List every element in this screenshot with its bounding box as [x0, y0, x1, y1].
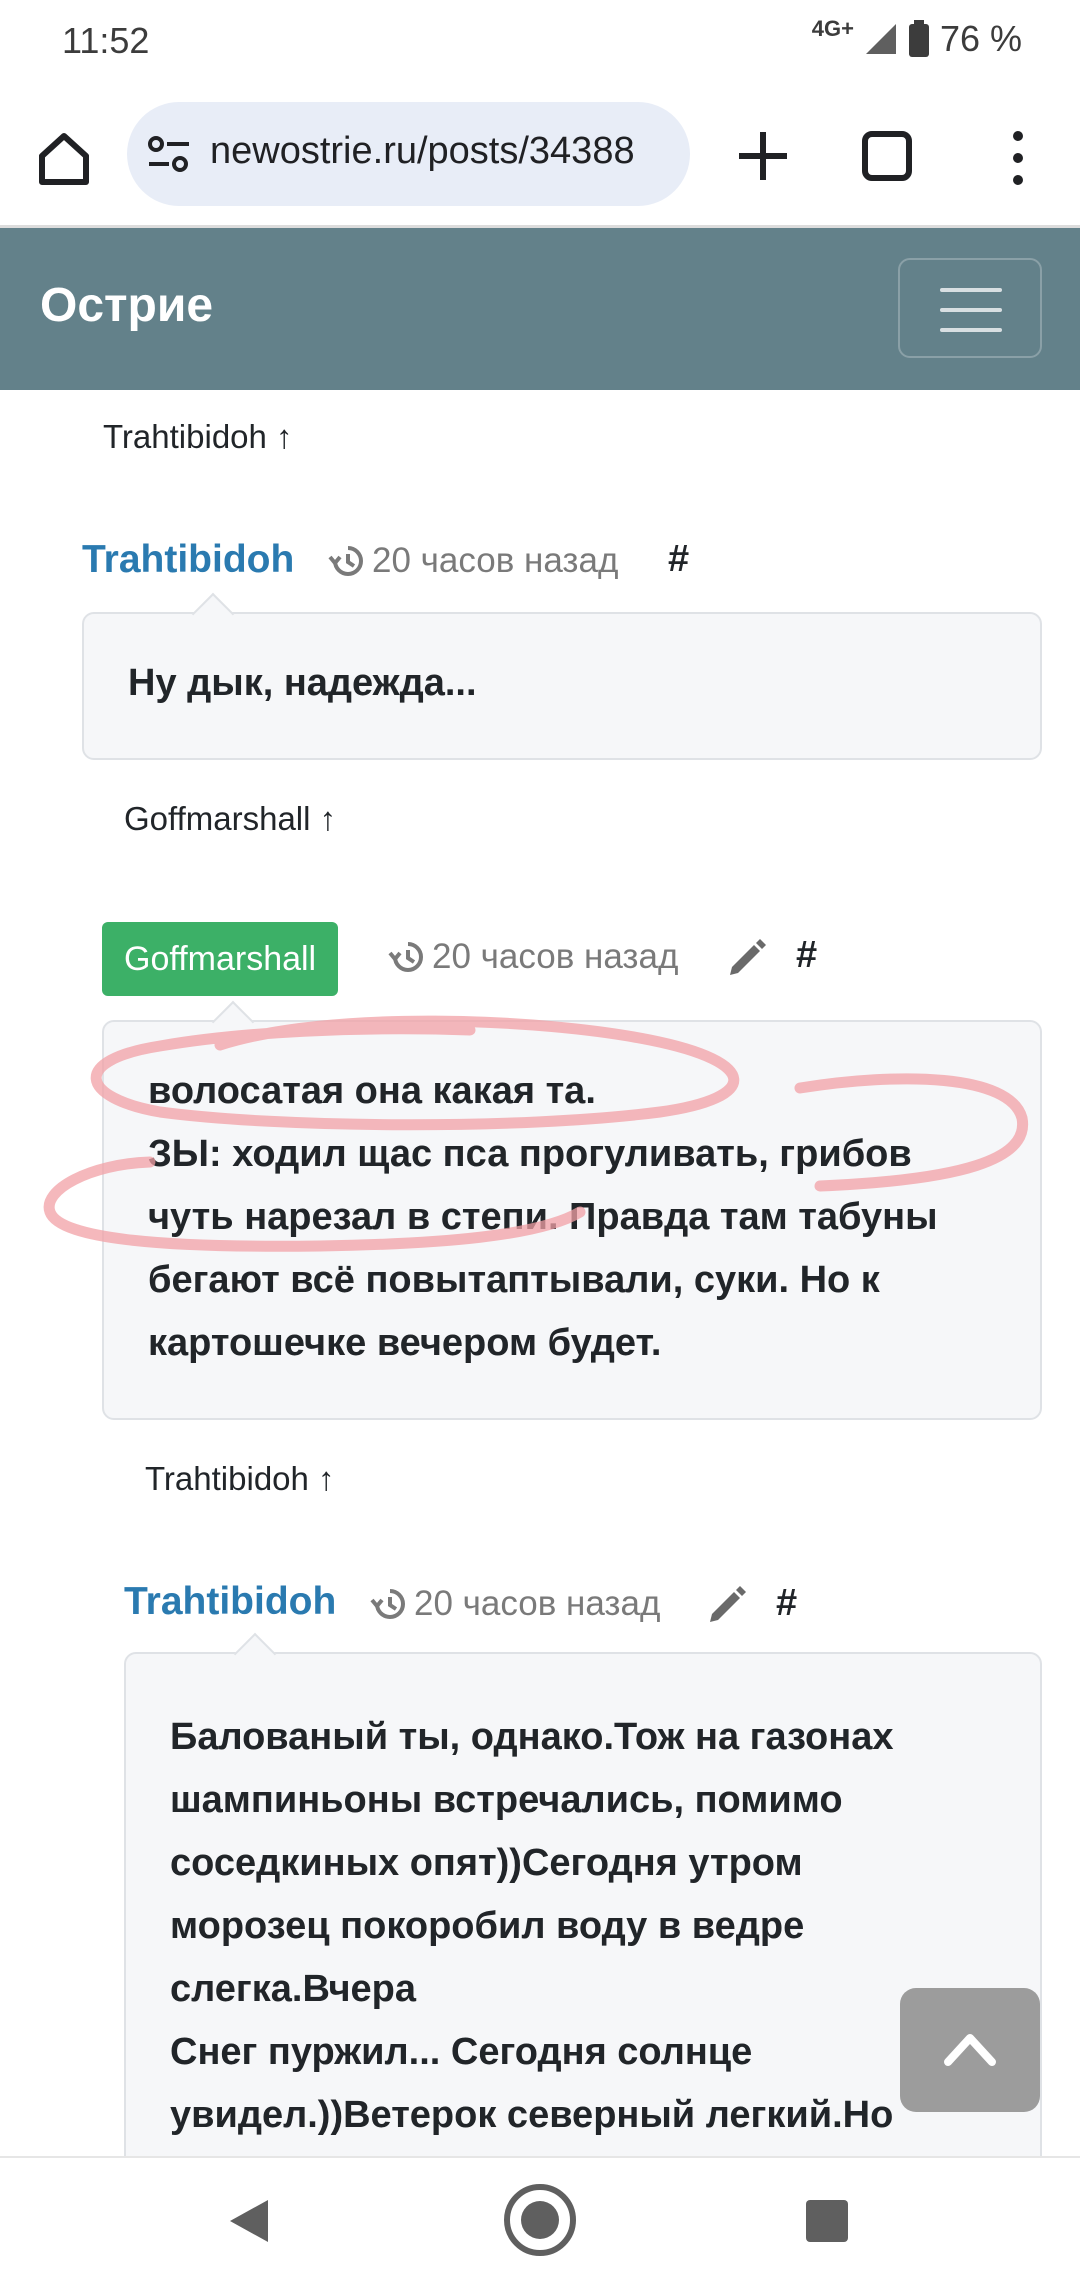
comment-time[interactable]: 20 часов назад: [414, 1584, 660, 1624]
reply-to-link[interactable]: Trahtibidoh ↑: [145, 1460, 335, 1498]
recents-icon[interactable]: [806, 2200, 848, 2242]
comment-body: Балованый ты, однако.Тож на газонах шамп…: [124, 1652, 1042, 2212]
comment-author[interactable]: Trahtibidoh: [124, 1580, 336, 1624]
history-icon: [370, 1589, 405, 1619]
home-circle-icon[interactable]: [502, 2182, 578, 2258]
system-nav-bar: [0, 2156, 1080, 2282]
comment-meta: 20 часов назад: [370, 1584, 660, 1624]
comment-permalink[interactable]: #: [776, 1582, 797, 1625]
chevron-up-icon: [944, 2034, 996, 2066]
scroll-to-top-button[interactable]: [900, 1988, 1040, 2112]
back-icon[interactable]: [228, 2198, 270, 2244]
pencil-icon[interactable]: [706, 1584, 748, 1626]
